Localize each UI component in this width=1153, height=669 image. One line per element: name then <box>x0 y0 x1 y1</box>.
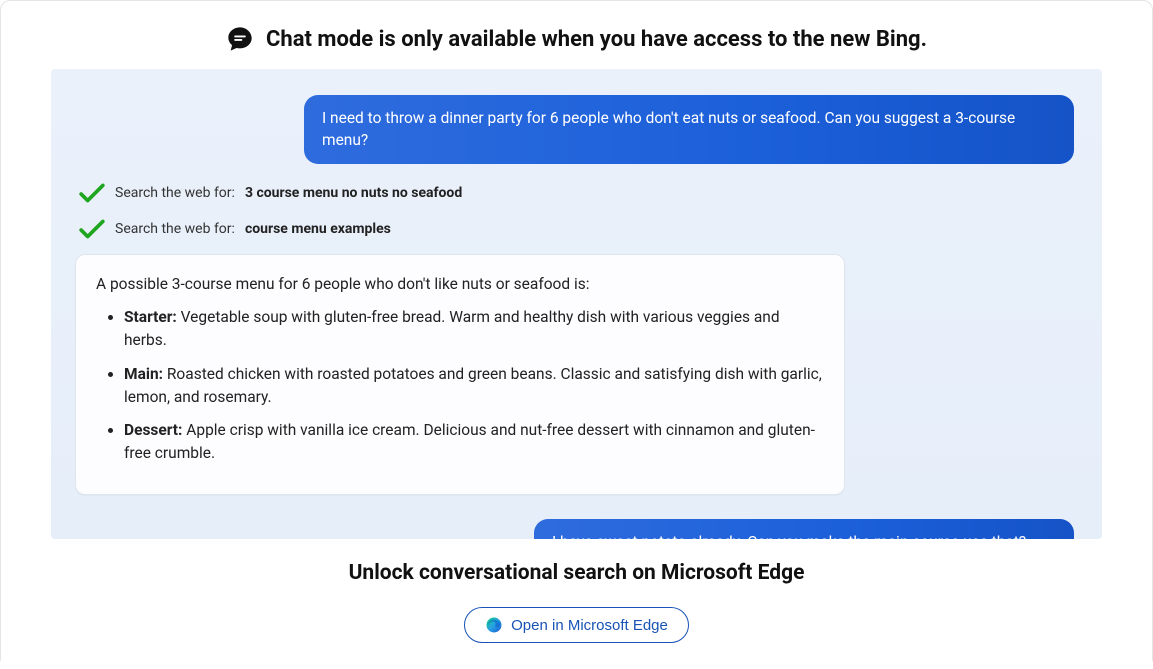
assistant-response-card: A possible 3-course menu for 6 people wh… <box>75 254 845 495</box>
list-item: Starter: Vegetable soup with gluten-free… <box>124 306 824 353</box>
assistant-intro: A possible 3-course menu for 6 people wh… <box>96 273 824 296</box>
search-prefix: Search the web for: <box>115 185 235 201</box>
header-banner: Chat mode is only available when you hav… <box>1 1 1152 69</box>
menu-list: Starter: Vegetable soup with gluten-free… <box>96 306 824 466</box>
user-message: I have sweet potato already. Can you mak… <box>534 519 1074 539</box>
item-text: Apple crisp with vanilla ice cream. Deli… <box>124 421 815 462</box>
search-query: course menu examples <box>245 221 391 237</box>
header-title: Chat mode is only available when you hav… <box>266 27 927 52</box>
list-item: Main: Roasted chicken with roasted potat… <box>124 363 824 410</box>
chat-bubble-icon <box>226 25 254 53</box>
footer-title: Unlock conversational search on Microsof… <box>1 561 1152 585</box>
item-label: Starter: <box>124 308 177 326</box>
item-label: Dessert: <box>124 421 182 439</box>
footer: Unlock conversational search on Microsof… <box>1 539 1152 669</box>
search-status-line: Search the web for: 3 course menu no nut… <box>79 182 1078 204</box>
chat-transcript: I need to throw a dinner party for 6 peo… <box>51 69 1102 539</box>
list-item: Dessert: Apple crisp with vanilla ice cr… <box>124 419 824 466</box>
user-message: I need to throw a dinner party for 6 peo… <box>304 95 1074 164</box>
search-status-line: Search the web for: course menu examples <box>79 218 1078 240</box>
check-icon <box>79 182 105 204</box>
item-text: Vegetable soup with gluten-free bread. W… <box>124 308 780 349</box>
open-in-edge-label: Open in Microsoft Edge <box>511 617 668 634</box>
search-query: 3 course menu no nuts no seafood <box>245 185 462 201</box>
edge-icon <box>485 616 503 634</box>
item-label: Main: <box>124 365 163 383</box>
search-prefix: Search the web for: <box>115 221 235 237</box>
check-icon <box>79 218 105 240</box>
open-in-edge-button[interactable]: Open in Microsoft Edge <box>464 607 689 643</box>
item-text: Roasted chicken with roasted potatoes an… <box>124 365 822 406</box>
